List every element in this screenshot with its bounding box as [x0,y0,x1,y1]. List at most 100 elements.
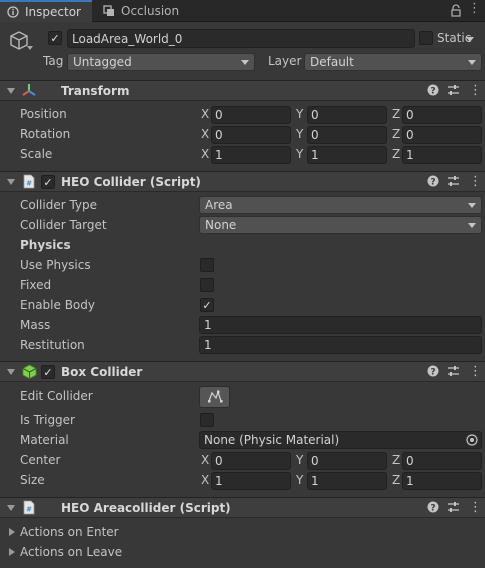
help-icon[interactable]: ? [427,84,439,99]
axis-z-label: Z [392,147,401,161]
help-icon[interactable]: ? [427,501,439,516]
heo-areacollider-title: HEO Areacollider (Script) [61,501,231,515]
mass-label: Mass [20,318,51,332]
help-icon[interactable]: ? [427,175,439,190]
actions-on-leave-foldout[interactable]: Actions on Leave [0,542,485,562]
material-field[interactable]: None (Physic Material) [199,431,482,449]
position-y-field[interactable]: 0 [307,106,387,124]
fixed-checkbox[interactable] [200,278,214,292]
static-toggle[interactable] [419,31,433,45]
axis-y-label: Y [296,127,304,141]
axis-x-label: X [201,127,210,141]
position-y-value: 0 [311,108,319,122]
center-x-value: 0 [215,454,223,468]
axis-x-label: X [201,107,210,121]
context-menu-icon[interactable]: ⋮ [469,83,482,98]
position-z-field[interactable]: 0 [402,106,482,124]
collider-type-dropdown[interactable]: Area [199,196,482,214]
heo-collider-enabled-toggle[interactable]: ✓ [41,175,55,189]
rotation-y-value: 0 [311,128,319,142]
preset-icon[interactable] [447,175,460,190]
axis-x-label: X [201,473,210,487]
restitution-field[interactable]: 1 [199,336,482,354]
svg-text:?: ? [430,503,435,513]
preset-icon[interactable] [447,84,460,99]
edit-collider-button[interactable] [199,386,230,408]
rotation-x-field[interactable]: 0 [211,126,291,144]
position-label: Position [20,107,67,121]
lock-icon[interactable] [450,4,462,20]
scale-y-field[interactable]: 1 [307,146,387,164]
center-z-field[interactable]: 0 [402,452,482,470]
scale-z-field[interactable]: 1 [402,146,482,164]
preset-icon[interactable] [447,501,460,516]
rotation-x-value: 0 [215,128,223,142]
rotation-z-field[interactable]: 0 [402,126,482,144]
center-x-field[interactable]: 0 [211,452,291,470]
info-icon [6,5,20,19]
transform-header[interactable]: Transform ? ⋮ [0,80,485,101]
preset-icon[interactable] [447,365,460,380]
tab-occlusion-label: Occlusion [121,4,180,18]
help-icon[interactable]: ? [427,365,439,380]
mass-field[interactable]: 1 [199,316,482,334]
svg-text:#: # [26,506,32,514]
restitution-value: 1 [204,338,212,352]
is-trigger-label: Is Trigger [20,413,75,427]
object-name-field[interactable]: LoadArea_World_0 [67,29,415,48]
svg-text:?: ? [430,86,435,96]
tab-occlusion[interactable]: Occlusion [96,0,196,22]
active-toggle[interactable]: ✓ [48,31,62,45]
use-physics-label: Use Physics [20,258,91,272]
fixed-label: Fixed [20,278,52,292]
actions-on-enter-foldout[interactable]: Actions on Enter [0,522,485,542]
tab-inspector[interactable]: Inspector [0,0,92,22]
use-physics-checkbox[interactable] [200,258,214,272]
foldout-arrow-icon[interactable] [7,88,15,94]
axis-z-label: Z [392,453,401,467]
rotation-label: Rotation [20,127,71,141]
tab-bar: Inspector Occlusion ⋮ [0,0,485,22]
kebab-menu-icon[interactable]: ⋮ [468,2,481,16]
enable-body-checkbox[interactable]: ✓ [200,298,214,312]
icon-picker-caret-icon[interactable] [27,46,33,50]
collider-type-value: Area [205,198,233,212]
scale-x-value: 1 [215,148,223,162]
size-y-field[interactable]: 1 [307,472,387,490]
position-x-field[interactable]: 0 [211,106,291,124]
tab-inspector-label: Inspector [25,5,81,19]
actions-on-enter-label: Actions on Enter [20,525,119,539]
rotation-y-field[interactable]: 0 [307,126,387,144]
axis-x-label: X [201,453,210,467]
context-menu-icon[interactable]: ⋮ [469,174,482,189]
box-collider-header[interactable]: ✓ Box Collider ? ⋮ [0,361,485,382]
size-x-value: 1 [215,474,223,488]
edit-collider-label: Edit Collider [20,389,93,403]
size-z-field[interactable]: 1 [402,472,482,490]
tag-dropdown[interactable]: Untagged [67,53,255,71]
context-menu-icon[interactable]: ⋮ [469,500,482,515]
heo-areacollider-header[interactable]: # HEO Areacollider (Script) ? ⋮ [0,497,485,518]
layer-dropdown[interactable]: Default [304,53,482,71]
transform-icon [22,83,36,100]
rotation-z-value: 0 [406,128,414,142]
physics-section-header: Physics [20,238,71,252]
gameobject-cube-icon [8,30,30,55]
foldout-arrow-icon[interactable] [7,505,15,511]
foldout-arrow-icon[interactable] [7,179,15,185]
position-z-value: 0 [406,108,414,122]
static-dropdown-caret-icon[interactable] [466,37,474,42]
svg-text:?: ? [430,367,435,377]
is-trigger-checkbox[interactable] [200,413,214,427]
size-x-field[interactable]: 1 [211,472,291,490]
box-collider-enabled-toggle[interactable]: ✓ [41,365,55,379]
scale-x-field[interactable]: 1 [211,146,291,164]
foldout-arrow-icon[interactable] [7,369,15,375]
object-picker-icon[interactable] [466,434,478,449]
center-y-field[interactable]: 0 [307,452,387,470]
heo-collider-header[interactable]: # ✓ HEO Collider (Script) ? ⋮ [0,171,485,192]
context-menu-icon[interactable]: ⋮ [469,364,482,379]
axis-y-label: Y [296,453,304,467]
collider-target-dropdown[interactable]: None [199,216,482,234]
actions-on-leave-label: Actions on Leave [20,545,123,559]
